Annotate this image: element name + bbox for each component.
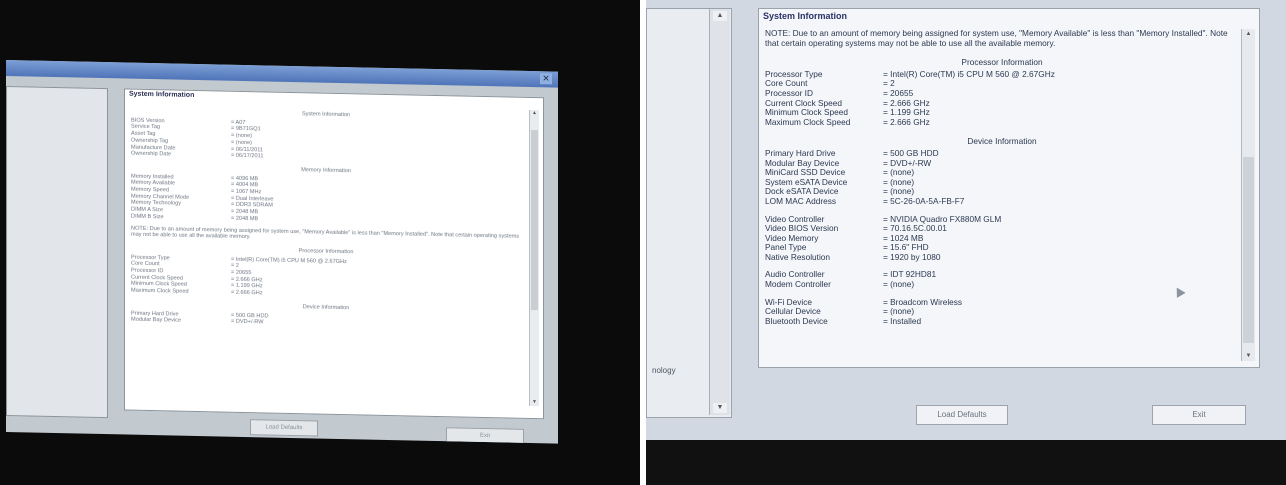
info-row: Bluetooth Device = Installed: [765, 315, 1239, 327]
section-title: Processor Information: [961, 57, 1043, 68]
info-row: Cellular Device = (none): [765, 307, 1239, 317]
storage-device-list: Primary Hard Drive = 500 GB HDD Modular Ba…: [765, 148, 1239, 207]
right-photo: ▲ ▼ nology System Information NOTE: Due …: [646, 0, 1286, 485]
info-row: Core Count = 2: [765, 79, 1239, 89]
info-row: Dock eSATA Device = (none): [765, 187, 1239, 197]
processor-info-list: Processor Type = Intel(R) Core(TM) i5 CPU…: [131, 254, 521, 302]
tree-item-label[interactable]: nology: [652, 366, 676, 375]
info-label: Maximum Clock Speed: [765, 116, 851, 127]
scroll-up-icon[interactable]: ▲: [1243, 29, 1254, 39]
info-value: = Intel(R) Core(TM) i5 CPU M 560 @ 2.67G…: [883, 68, 1055, 79]
settings-tree-panel[interactable]: ▲ ▼: [646, 8, 732, 418]
info-label: DIMM B Size: [131, 213, 164, 221]
info-value: = (none): [883, 279, 915, 290]
info-value: = 2.666 GHz: [883, 116, 930, 127]
audio-device-list: Audio Controller = IDT 92HD81 Modem Contro…: [765, 270, 1239, 289]
load-defaults-button[interactable]: Load Defaults: [250, 419, 318, 437]
left-photo: ✕ System Information System Information …: [0, 0, 640, 485]
info-row: Video Memory = 1024 MB: [765, 233, 1239, 244]
exit-button[interactable]: Exit: [1152, 405, 1246, 425]
monitor-bezel: [646, 440, 1286, 485]
processor-info-list: Processor Type = Intel(R) Core(TM) i5 CPU…: [765, 68, 1239, 128]
scroll-down-icon[interactable]: ▼: [713, 403, 727, 413]
memory-note: NOTE: Due to an amount of memory being a…: [131, 225, 520, 241]
video-device-list: Video Controller = NVIDIA Quadro FX880M G…: [765, 214, 1239, 263]
panel-scrollbar[interactable]: ▲ ▼: [529, 109, 539, 407]
info-row: Panel Type = 15.6" FHD: [765, 243, 1239, 253]
tree-scrollbar[interactable]: ▲ ▼: [709, 9, 730, 415]
info-row: Video BIOS Version = 70.16.5C.00.01: [765, 223, 1239, 234]
info-value: = 1920 by 1080: [883, 251, 941, 262]
info-row: Modem Controller = (none): [765, 279, 1239, 290]
info-value: = Installed: [883, 315, 922, 326]
bios-screen-right: ▲ ▼ nology System Information NOTE: Due …: [646, 0, 1286, 440]
info-row: LOM MAC Address = 5C-26-0A-5A-FB-F7: [765, 195, 1239, 207]
info-label: Native Resolution: [765, 251, 831, 262]
system-information-panel: System Information NOTE: Due to an amoun…: [758, 8, 1260, 368]
info-label: Modular Bay Device: [131, 316, 182, 324]
settings-tree-panel[interactable]: [6, 86, 108, 419]
info-label: Modem Controller: [765, 279, 831, 290]
exit-button[interactable]: Exit: [446, 427, 524, 444]
scroll-down-icon[interactable]: ▼: [1243, 351, 1254, 361]
scroll-thumb[interactable]: [531, 129, 538, 311]
scroll-down-icon[interactable]: ▼: [531, 399, 538, 406]
info-row: Wi-Fi Device = Broadcom Wireless: [765, 297, 1239, 308]
panel-heading: System Information: [763, 11, 848, 21]
info-value: = 5C-26-0A-5A-FB-F7: [883, 195, 965, 206]
close-icon[interactable]: ✕: [540, 73, 552, 85]
info-label: Ownership Date: [131, 150, 172, 158]
info-value: = 2048 MB: [231, 215, 259, 223]
info-row: Native Resolution = 1920 by 1080: [765, 251, 1239, 263]
scroll-up-icon[interactable]: ▲: [713, 11, 727, 21]
scroll-up-icon[interactable]: ▲: [531, 110, 538, 117]
system-info-list: BIOS Version = A07 Service Tag = 9B71GQ1 Ass…: [131, 117, 521, 165]
info-row: Processor Type = Intel(R) Core(TM) i5 CPU…: [765, 68, 1239, 80]
section-title: Device Information: [967, 136, 1037, 147]
bios-screen-left: ✕ System Information System Information …: [6, 60, 558, 444]
panel-content: System Information BIOS Version = A07 Serv…: [131, 102, 521, 406]
info-row: Maximum Clock Speed = 2.666 GHz: [765, 116, 1239, 128]
info-value: = DVD+/-RW: [231, 318, 264, 326]
memory-info-list: Memory Installed = 4096 MB Memory Availabl…: [131, 173, 521, 228]
info-label: LOM MAC Address: [765, 195, 837, 206]
panel-heading: System Information: [129, 90, 195, 99]
scroll-thumb[interactable]: [1243, 157, 1254, 343]
window-titlebar: ✕: [6, 60, 558, 88]
info-value: = 2.666 GHz: [231, 289, 263, 297]
info-label: Maximum Clock Speed: [131, 287, 189, 295]
info-row: Audio Controller = IDT 92HD81: [765, 270, 1239, 280]
info-value: = 06/17/2011: [231, 152, 264, 160]
wireless-device-list: Wi-Fi Device = Broadcom Wireless Cellular …: [765, 297, 1239, 327]
info-label: Bluetooth Device: [765, 315, 828, 326]
panel-content: NOTE: Due to an amount of memory being a…: [765, 29, 1239, 361]
memory-note: NOTE: Due to an amount of memory being a…: [765, 29, 1228, 48]
load-defaults-button[interactable]: Load Defaults: [916, 405, 1008, 425]
panel-scrollbar[interactable]: ▲ ▼: [1241, 29, 1255, 361]
system-information-panel: System Information System Information BI…: [124, 88, 544, 420]
